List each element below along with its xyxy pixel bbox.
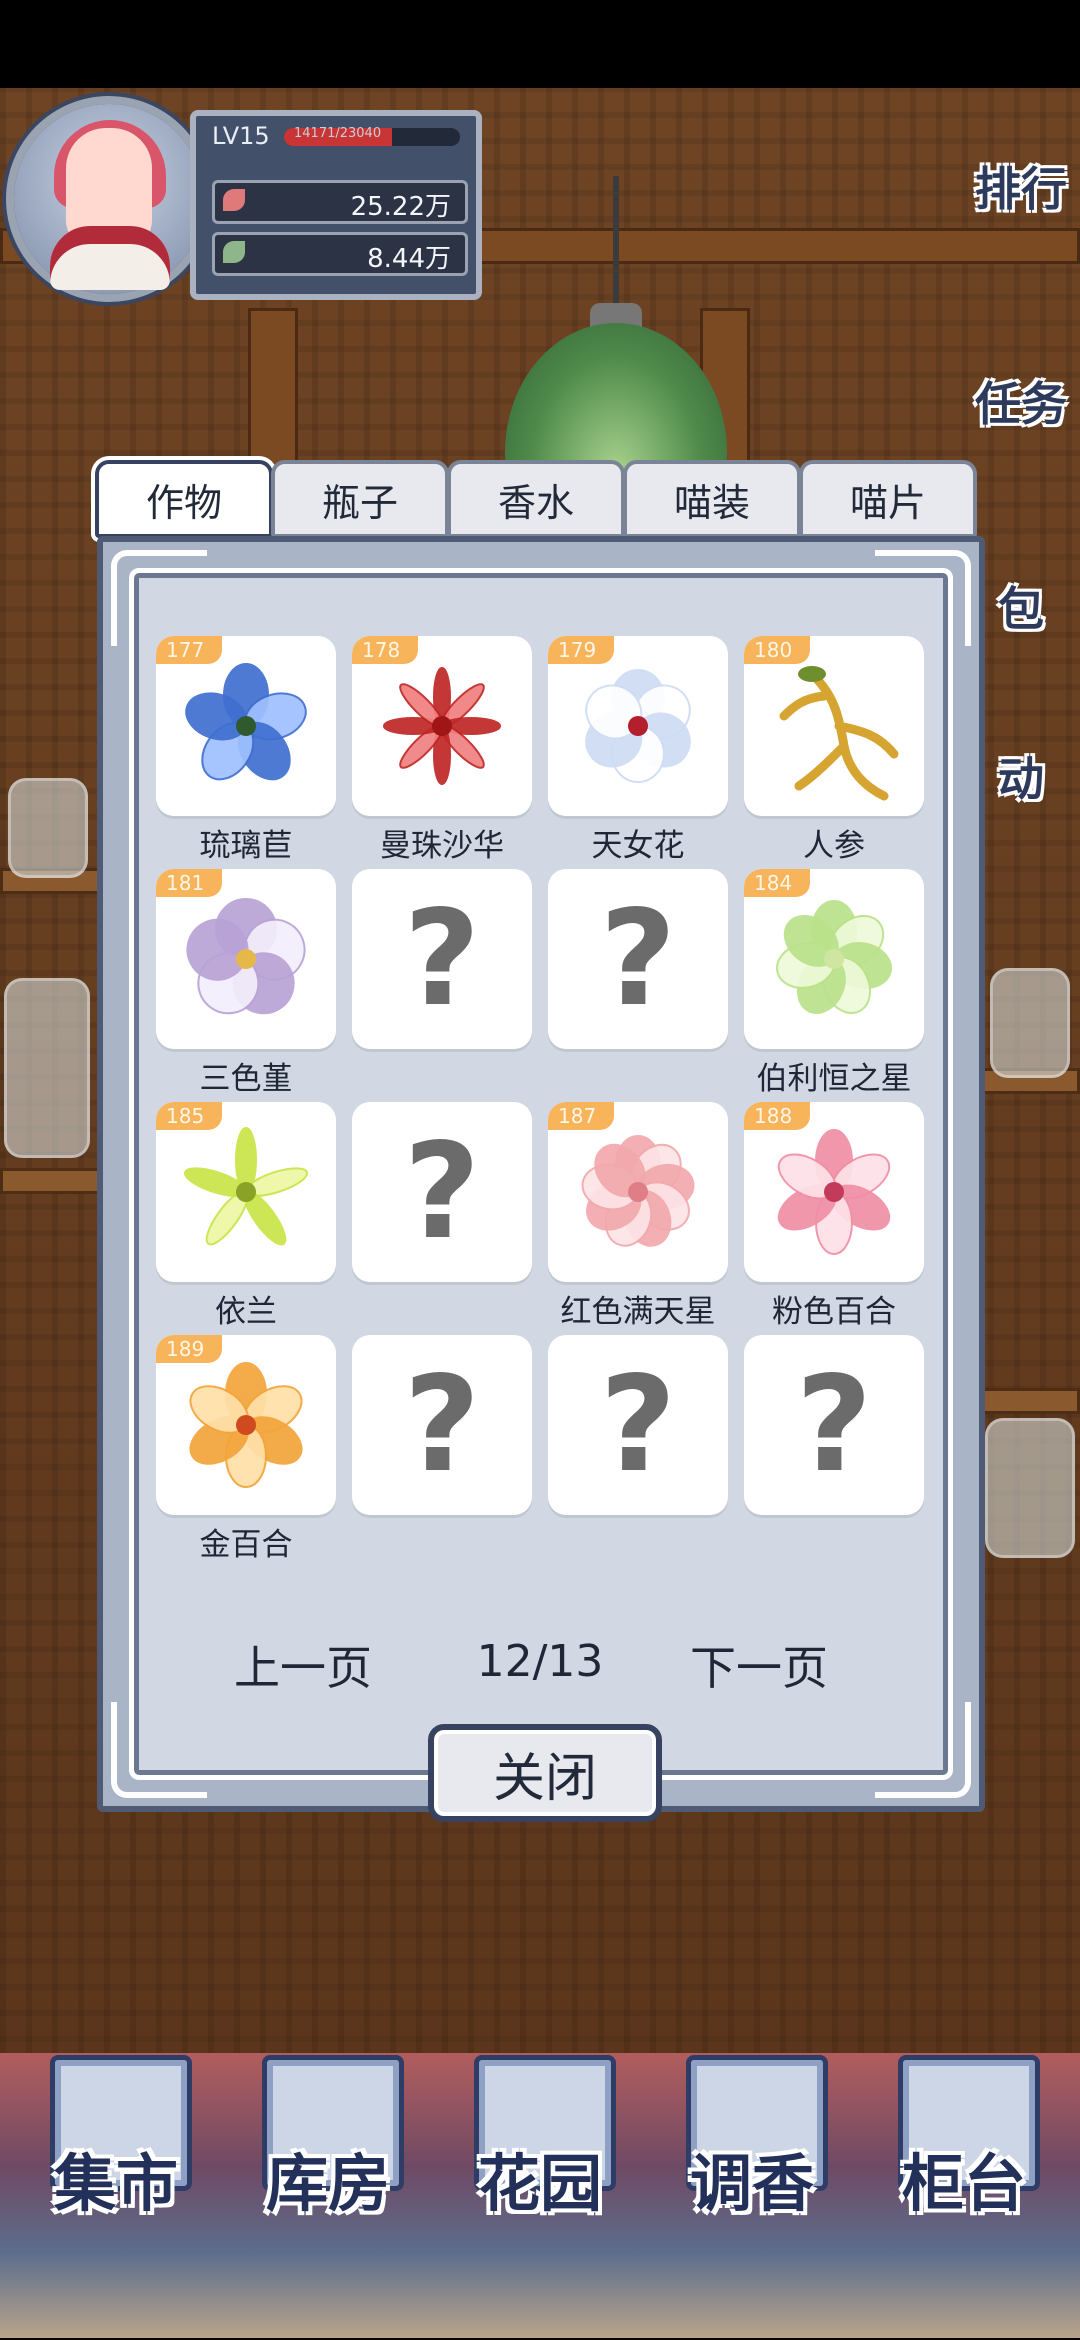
item-name: 金百合: [199, 1527, 293, 1563]
locked-question-icon: ?: [403, 1348, 481, 1502]
item-name: 粉色百合: [772, 1294, 896, 1330]
hanging-lamp: [505, 323, 727, 473]
tab-bottles[interactable]: 瓶子: [271, 460, 449, 538]
nav-counter-label: 柜台: [901, 2147, 1026, 2220]
collection-item[interactable]: 189 金百合: [156, 1335, 336, 1567]
player-level: LV15: [212, 122, 270, 150]
nav-garden-label: 花园: [477, 2147, 602, 2220]
item-card[interactable]: ?: [352, 869, 532, 1049]
item-card[interactable]: ?: [352, 1102, 532, 1282]
item-number-badge: 180: [744, 636, 811, 664]
currency-2-value: 8.44万: [367, 244, 451, 274]
collection-item[interactable]: 177 琉璃苣: [156, 636, 336, 868]
collection-item[interactable]: ?: [352, 869, 532, 1101]
nav-warehouse-label: 库房: [265, 2147, 390, 2220]
collection-item[interactable]: ?: [548, 869, 728, 1101]
item-number-badge: 178: [352, 636, 419, 664]
tab-cat-cards[interactable]: 喵片: [799, 460, 977, 538]
item-card[interactable]: 179: [548, 636, 728, 816]
item-card[interactable]: 178: [352, 636, 532, 816]
nav-perfumery[interactable]: 调香: [666, 2055, 838, 2215]
item-name: 伯利恒之星: [756, 1061, 912, 1097]
collection-item[interactable]: ?: [352, 1335, 532, 1567]
nav-warehouse[interactable]: 库房: [242, 2055, 414, 2215]
player-stats-panel: LV15 14171/23040 25.22万 8.44万: [190, 110, 482, 300]
collection-item[interactable]: ?: [744, 1335, 924, 1567]
ranking-button[interactable]: 排行: [962, 130, 1080, 248]
locked-question-icon: ?: [403, 1115, 481, 1269]
next-page-button[interactable]: 下一页: [690, 1632, 828, 1698]
collection-item[interactable]: ?: [352, 1102, 532, 1334]
collection-item[interactable]: 181 三色堇: [156, 869, 336, 1101]
close-button[interactable]: 关闭: [428, 1724, 662, 1822]
locked-question-icon: ?: [795, 1348, 873, 1502]
item-number-badge: 187: [548, 1102, 615, 1130]
item-card[interactable]: 181: [156, 869, 336, 1049]
locked-question-icon: ?: [403, 882, 481, 1036]
item-card[interactable]: ?: [744, 1335, 924, 1515]
item-name: 三色堇: [199, 1061, 293, 1097]
bag-label: 包: [998, 582, 1044, 636]
tab-crops[interactable]: 作物: [95, 460, 273, 538]
item-number-badge: 179: [548, 636, 615, 664]
item-card[interactable]: ?: [352, 1335, 532, 1515]
collection-item[interactable]: 184 伯利恒之星: [744, 869, 924, 1101]
collection-item[interactable]: 178 曼珠沙华: [352, 636, 532, 868]
item-number-badge: 181: [156, 869, 223, 897]
collection-item[interactable]: 180 人参: [744, 636, 924, 868]
collection-item[interactable]: ?: [548, 1335, 728, 1567]
item-card[interactable]: 188: [744, 1102, 924, 1282]
item-name: 人参: [803, 828, 865, 864]
nav-market[interactable]: 集市: [30, 2055, 202, 2215]
tasks-button[interactable]: 任务: [962, 345, 1080, 463]
item-number-badge: 189: [156, 1335, 223, 1363]
collection-item[interactable]: 179 天女花: [548, 636, 728, 868]
currency-1-value: 25.22万: [350, 192, 451, 222]
tab-perfume[interactable]: 香水: [447, 460, 625, 538]
currency-1: 25.22万: [212, 180, 468, 224]
collection-item[interactable]: 187 红色满天星: [548, 1102, 728, 1334]
player-avatar[interactable]: [14, 104, 204, 294]
item-card[interactable]: 189: [156, 1335, 336, 1515]
item-card[interactable]: 177: [156, 636, 336, 816]
item-card[interactable]: ?: [548, 1335, 728, 1515]
pager: 上一页 12/13 下一页: [190, 1632, 890, 1702]
events-label: 动: [998, 752, 1044, 806]
petal-icon: [223, 189, 245, 211]
bottom-navigation: 集市 库房 花园 调香 柜台: [30, 2055, 1050, 2225]
item-card[interactable]: 180: [744, 636, 924, 816]
ranking-label: 排行: [975, 162, 1067, 216]
tab-cat-outfits[interactable]: 喵装: [623, 460, 801, 538]
nav-counter[interactable]: 柜台: [878, 2055, 1050, 2215]
leaf-icon: [223, 241, 245, 263]
xp-text: 14171/23040: [294, 126, 382, 141]
item-card[interactable]: 187: [548, 1102, 728, 1282]
collection-tabs: 作物 瓶子 香水 喵装 喵片: [95, 460, 977, 538]
item-number-badge: 184: [744, 869, 811, 897]
item-card[interactable]: ?: [548, 869, 728, 1049]
collection-item[interactable]: 188 粉色百合: [744, 1102, 924, 1334]
nav-garden[interactable]: 花园: [454, 2055, 626, 2215]
item-number-badge: 185: [156, 1102, 223, 1130]
item-card[interactable]: 185: [156, 1102, 336, 1282]
collection-item[interactable]: 185 依兰: [156, 1102, 336, 1334]
item-name: 依兰: [215, 1294, 277, 1330]
locked-question-icon: ?: [599, 882, 677, 1036]
nav-market-label: 集市: [53, 2147, 178, 2220]
item-number-badge: 188: [744, 1102, 811, 1130]
currency-2: 8.44万: [212, 232, 468, 276]
locked-question-icon: ?: [599, 1348, 677, 1502]
item-number-badge: 177: [156, 636, 223, 664]
tasks-label: 任务: [975, 377, 1067, 431]
item-card[interactable]: 184: [744, 869, 924, 1049]
nav-perfumery-label: 调香: [689, 2147, 814, 2220]
